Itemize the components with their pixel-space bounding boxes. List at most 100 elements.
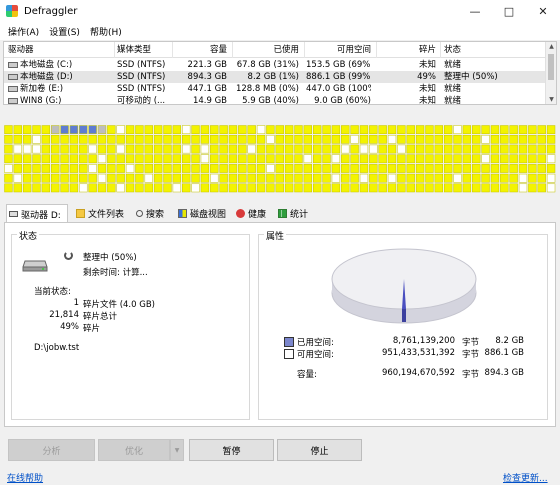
disk-block	[490, 164, 500, 173]
disk-block	[387, 125, 397, 134]
tab-drive-d[interactable]: 驱动器 D:	[6, 204, 68, 223]
health-icon	[236, 208, 245, 218]
disk-block	[528, 154, 537, 164]
check-update-link[interactable]: 检查更新...	[503, 471, 548, 484]
column-status[interactable]: 状态	[444, 42, 534, 57]
disk-block	[284, 134, 294, 144]
properties-group-title: 属性	[264, 229, 287, 242]
disk-block	[397, 173, 406, 183]
drive-row-g[interactable]: WIN8 (G:) 可移动的 (... 14.9 GB 5.9 GB (40%)…	[4, 95, 546, 104]
menu-settings[interactable]: 设置(S)	[44, 25, 85, 38]
disk-block	[369, 173, 378, 183]
disk-block	[41, 125, 51, 134]
close-button[interactable]: ✕	[526, 0, 560, 22]
disk-block	[172, 173, 182, 183]
disk-block	[453, 164, 462, 173]
menu-action[interactable]: 操作(A)	[3, 25, 44, 38]
disk-block	[425, 125, 434, 134]
disk-block	[425, 173, 434, 183]
disk-block	[387, 134, 397, 144]
disk-block	[22, 144, 32, 154]
disk-block	[219, 154, 228, 164]
disk-block	[60, 134, 69, 144]
scroll-up-icon[interactable]: ▲	[546, 43, 556, 50]
tab-health[interactable]: 健康	[234, 204, 274, 222]
disk-block	[528, 164, 537, 173]
scroll-down-icon[interactable]: ▼	[546, 96, 556, 103]
disk-block	[406, 164, 415, 173]
drive-icon	[8, 73, 18, 80]
drive-list-header: 驱动器 媒体类型 容量 已使用 可用空间 碎片 状态	[4, 42, 546, 58]
drive-row-d[interactable]: 本地磁盘 (D:) SSD (NTFS) 894.3 GB 8.2 GB (1%…	[4, 71, 546, 83]
disk-block	[116, 144, 125, 154]
tab-file-list[interactable]: 文件列表	[74, 204, 132, 222]
disk-block	[60, 173, 69, 183]
optimize-button[interactable]: 优化	[98, 439, 170, 461]
remaining-time: 剩余时间: 计算...	[83, 268, 148, 278]
scroll-thumb[interactable]	[548, 54, 554, 80]
disk-block	[32, 154, 41, 164]
disk-block	[182, 183, 191, 193]
disk-block	[284, 183, 294, 193]
disk-block	[32, 164, 41, 173]
column-drive[interactable]: 驱动器	[8, 42, 108, 57]
disk-block	[79, 173, 88, 183]
disk-block	[537, 144, 546, 154]
disk-block	[144, 125, 153, 134]
disk-block	[22, 125, 32, 134]
disk-block	[228, 125, 238, 134]
disk-block	[434, 164, 443, 173]
drive-row-e[interactable]: 新加卷 (E:) SSD (NTFS) 447.1 GB 128.8 MB (0…	[4, 83, 546, 95]
disk-block	[378, 154, 387, 164]
maximize-button[interactable]: □	[492, 0, 526, 22]
pause-button[interactable]: 暂停	[189, 439, 274, 461]
disk-block	[275, 154, 284, 164]
disk-block	[13, 164, 22, 173]
disk-block	[490, 183, 500, 193]
column-fragmentation[interactable]: 碎片	[378, 42, 436, 57]
optimize-dropdown-button[interactable]: ▼	[170, 439, 184, 461]
disk-block	[284, 164, 294, 173]
column-free-space[interactable]: 可用空间	[306, 42, 371, 57]
drive-name: 本地磁盘 (D:)	[8, 71, 114, 83]
disk-block	[397, 164, 406, 173]
disk-block	[490, 134, 500, 144]
drive-media: SSD (NTFS)	[117, 84, 166, 94]
disk-block	[172, 144, 182, 154]
column-capacity[interactable]: 容量	[174, 42, 227, 57]
legend-used-color	[284, 337, 294, 347]
disk-block	[88, 164, 97, 173]
drive-list-scrollbar[interactable]: ▲ ▼	[545, 42, 556, 104]
disk-block	[247, 154, 256, 164]
disk-block	[88, 173, 97, 183]
disk-block	[425, 144, 434, 154]
disk-block	[518, 144, 528, 154]
disk-block	[294, 125, 303, 134]
menu-help[interactable]: 帮助(H)	[85, 25, 127, 38]
column-used[interactable]: 已使用	[234, 42, 299, 57]
disk-block	[331, 183, 341, 193]
tab-stats[interactable]: 统计	[276, 204, 316, 222]
disk-block	[378, 125, 387, 134]
disk-block	[172, 125, 182, 134]
disk-block	[135, 125, 144, 134]
disk-block	[13, 125, 22, 134]
drive-row-c[interactable]: 本地磁盘 (C:) SSD (NTFS) 221.3 GB 67.8 GB (3…	[4, 59, 546, 71]
minimize-button[interactable]: —	[458, 0, 492, 22]
disk-block	[13, 144, 22, 154]
tab-disk-view[interactable]: 磁盘视图	[176, 204, 234, 222]
disk-block	[350, 164, 359, 173]
disk-block	[397, 154, 406, 164]
analyze-button[interactable]: 分析	[8, 439, 95, 461]
tab-search[interactable]: 搜索	[134, 204, 176, 222]
disk-block	[182, 173, 191, 183]
disk-block	[163, 164, 172, 173]
disk-block	[462, 125, 472, 134]
disk-block	[350, 173, 359, 183]
disk-block	[331, 154, 341, 164]
disk-block	[144, 183, 153, 193]
disk-block	[79, 183, 88, 193]
stop-button[interactable]: 停止	[277, 439, 362, 461]
online-help-link[interactable]: 在线帮助	[7, 471, 43, 484]
disk-block	[125, 154, 135, 164]
